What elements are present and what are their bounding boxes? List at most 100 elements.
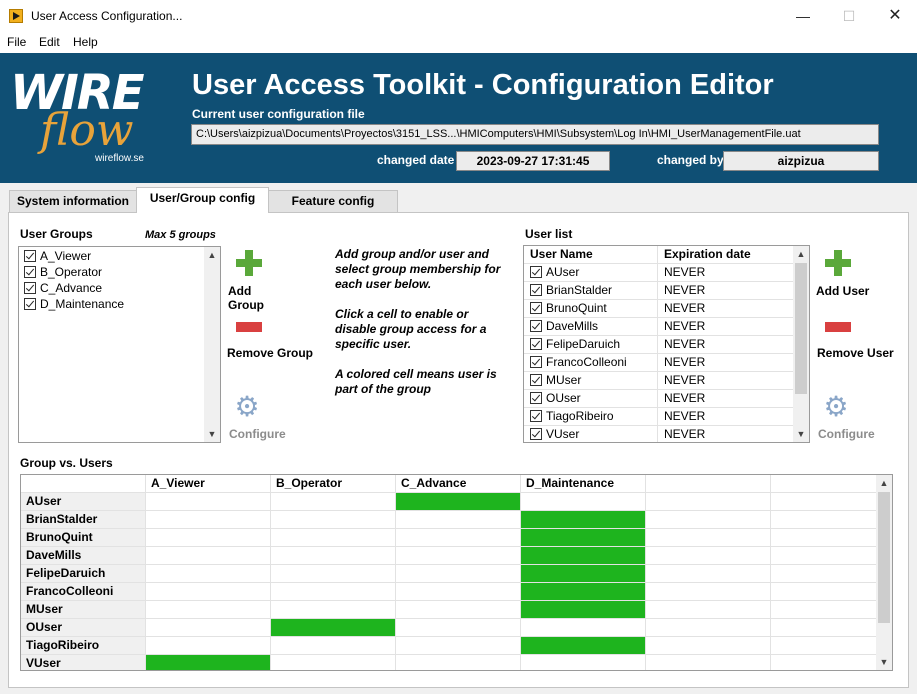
membership-cell[interactable] — [146, 655, 271, 670]
chevron-up-icon[interactable]: ▲ — [793, 246, 809, 262]
membership-cell[interactable] — [646, 529, 771, 547]
close-button[interactable]: ✕ — [872, 0, 917, 32]
menu-file[interactable]: File — [7, 35, 26, 49]
membership-cell[interactable] — [396, 529, 521, 547]
membership-cell[interactable] — [396, 619, 521, 637]
membership-cell[interactable] — [771, 493, 892, 511]
group-vs-users-matrix[interactable]: A_Viewer B_Operator C_Advance D_Maintenance… — [20, 474, 893, 671]
chevron-down-icon[interactable]: ▼ — [876, 654, 892, 670]
menu-edit[interactable]: Edit — [39, 35, 60, 49]
tab-system-information[interactable]: System information — [9, 190, 137, 212]
checkbox[interactable] — [530, 410, 542, 422]
membership-cell[interactable] — [646, 637, 771, 655]
tab-feature-config[interactable]: Feature config — [268, 190, 398, 212]
user-row[interactable]: AUser NEVER — [524, 264, 793, 282]
user-row[interactable]: BrunoQuint NEVER — [524, 300, 793, 318]
membership-cell[interactable] — [146, 619, 271, 637]
checkbox[interactable] — [24, 266, 36, 278]
membership-cell[interactable] — [646, 655, 771, 670]
group-item-c-advance[interactable]: C_Advance — [24, 280, 102, 296]
membership-cell[interactable] — [396, 655, 521, 670]
checkbox[interactable] — [24, 282, 36, 294]
membership-cell[interactable] — [271, 637, 396, 655]
membership-cell[interactable] — [771, 547, 892, 565]
membership-cell[interactable] — [646, 583, 771, 601]
membership-cell[interactable] — [271, 529, 396, 547]
checkbox[interactable] — [530, 374, 542, 386]
menu-help[interactable]: Help — [73, 35, 98, 49]
membership-cell[interactable] — [146, 583, 271, 601]
membership-cell[interactable] — [646, 511, 771, 529]
membership-cell[interactable] — [396, 511, 521, 529]
membership-cell[interactable] — [396, 493, 521, 511]
membership-cell[interactable] — [146, 493, 271, 511]
membership-cell[interactable] — [646, 619, 771, 637]
membership-cell[interactable] — [146, 637, 271, 655]
user-row[interactable]: BrianStalder NEVER — [524, 282, 793, 300]
user-groups-list[interactable]: A_Viewer B_Operator C_Advance D_Maintena… — [18, 246, 221, 443]
chevron-down-icon[interactable]: ▼ — [204, 426, 220, 442]
membership-cell[interactable] — [396, 637, 521, 655]
group-item-d-maintenance[interactable]: D_Maintenance — [24, 296, 124, 312]
checkbox[interactable] — [530, 266, 542, 278]
membership-cell[interactable] — [521, 565, 646, 583]
remove-group-button[interactable]: Remove Group — [226, 320, 316, 360]
membership-cell[interactable] — [521, 511, 646, 529]
membership-cell[interactable] — [271, 493, 396, 511]
user-row[interactable]: OUser NEVER — [524, 390, 793, 408]
checkbox[interactable] — [530, 284, 542, 296]
checkbox[interactable] — [530, 302, 542, 314]
membership-cell[interactable] — [146, 529, 271, 547]
membership-cell[interactable] — [396, 583, 521, 601]
membership-cell[interactable] — [771, 565, 892, 583]
membership-cell[interactable] — [521, 493, 646, 511]
user-row[interactable]: TiagoRibeiro NEVER — [524, 408, 793, 426]
membership-cell[interactable] — [771, 601, 892, 619]
minimize-button[interactable]: — — [780, 0, 826, 32]
membership-cell[interactable] — [146, 601, 271, 619]
scrollbar-thumb[interactable] — [878, 492, 890, 623]
membership-cell[interactable] — [271, 583, 396, 601]
membership-cell[interactable] — [646, 547, 771, 565]
membership-cell[interactable] — [271, 655, 396, 670]
user-row[interactable]: VUser NEVER — [524, 426, 793, 442]
membership-cell[interactable] — [521, 547, 646, 565]
membership-cell[interactable] — [271, 547, 396, 565]
chevron-down-icon[interactable]: ▼ — [793, 426, 809, 442]
membership-cell[interactable] — [396, 601, 521, 619]
matrix-scrollbar[interactable]: ▲ ▼ — [876, 475, 892, 670]
user-row[interactable]: MUser NEVER — [524, 372, 793, 390]
membership-cell[interactable] — [646, 565, 771, 583]
checkbox[interactable] — [530, 356, 542, 368]
add-user-button[interactable]: Add User — [815, 250, 879, 300]
membership-cell[interactable] — [771, 529, 892, 547]
membership-cell[interactable] — [521, 637, 646, 655]
membership-cell[interactable] — [771, 619, 892, 637]
user-row[interactable]: DaveMills NEVER — [524, 318, 793, 336]
groups-scrollbar[interactable]: ▲ ▼ — [204, 247, 220, 442]
membership-cell[interactable] — [521, 601, 646, 619]
membership-cell[interactable] — [646, 493, 771, 511]
remove-user-button[interactable]: Remove User — [815, 320, 905, 360]
membership-cell[interactable] — [521, 583, 646, 601]
chevron-up-icon[interactable]: ▲ — [204, 247, 220, 263]
membership-cell[interactable] — [271, 565, 396, 583]
checkbox[interactable] — [24, 298, 36, 310]
group-item-a-viewer[interactable]: A_Viewer — [24, 248, 91, 264]
membership-cell[interactable] — [271, 601, 396, 619]
membership-cell[interactable] — [771, 583, 892, 601]
checkbox[interactable] — [530, 320, 542, 332]
checkbox[interactable] — [530, 392, 542, 404]
checkbox[interactable] — [24, 250, 36, 262]
user-list-scrollbar[interactable]: ▲ ▼ — [793, 246, 809, 442]
user-row[interactable]: FelipeDaruich NEVER — [524, 336, 793, 354]
membership-cell[interactable] — [396, 565, 521, 583]
user-row[interactable]: FrancoColleoni NEVER — [524, 354, 793, 372]
membership-cell[interactable] — [146, 511, 271, 529]
membership-cell[interactable] — [146, 547, 271, 565]
membership-cell[interactable] — [146, 565, 271, 583]
checkbox[interactable] — [530, 428, 542, 440]
membership-cell[interactable] — [521, 619, 646, 637]
group-item-b-operator[interactable]: B_Operator — [24, 264, 102, 280]
membership-cell[interactable] — [646, 601, 771, 619]
